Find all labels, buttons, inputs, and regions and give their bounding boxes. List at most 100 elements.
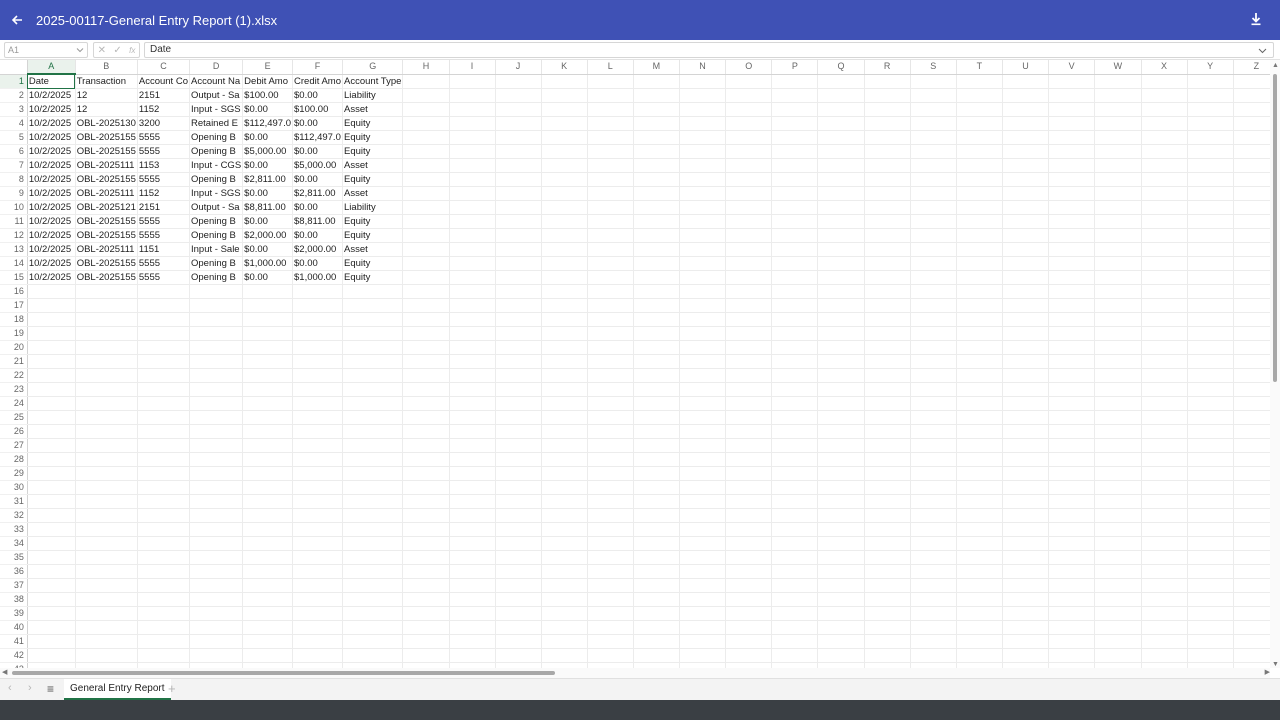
cell-k38[interactable] xyxy=(541,592,588,607)
cell-f26[interactable] xyxy=(292,424,344,439)
cell-k7[interactable] xyxy=(541,158,588,173)
cell-p1[interactable] xyxy=(771,74,819,89)
cell-m5[interactable] xyxy=(633,130,680,145)
cell-w23[interactable] xyxy=(1094,382,1142,397)
cell-h15[interactable] xyxy=(402,270,450,285)
cell-u13[interactable] xyxy=(1002,242,1050,257)
cell-w14[interactable] xyxy=(1094,256,1142,271)
cell-f8[interactable]: $0.00 xyxy=(292,172,344,187)
row-header[interactable]: 8 xyxy=(0,172,28,187)
cell-g3[interactable]: Asset xyxy=(342,102,404,117)
cell-o23[interactable] xyxy=(725,382,773,397)
row-header[interactable]: 38 xyxy=(0,592,28,607)
cell-l27[interactable] xyxy=(587,438,634,453)
cell-e31[interactable] xyxy=(242,494,294,509)
cell-b39[interactable] xyxy=(75,606,138,621)
cell-w2[interactable] xyxy=(1094,88,1142,103)
cell-k34[interactable] xyxy=(541,536,588,551)
cell-u33[interactable] xyxy=(1002,522,1050,537)
cell-t39[interactable] xyxy=(956,606,1003,621)
cell-t21[interactable] xyxy=(956,354,1003,369)
cell-i6[interactable] xyxy=(449,144,496,159)
cell-g18[interactable] xyxy=(342,312,404,327)
cell-x15[interactable] xyxy=(1141,270,1188,285)
cell-w8[interactable] xyxy=(1094,172,1142,187)
cell-p9[interactable] xyxy=(771,186,819,201)
cell-d14[interactable]: Opening B xyxy=(189,256,244,271)
cell-q19[interactable] xyxy=(817,326,865,341)
cell-p30[interactable] xyxy=(771,480,819,495)
cell-u23[interactable] xyxy=(1002,382,1050,397)
cell-o28[interactable] xyxy=(725,452,773,467)
cell-p8[interactable] xyxy=(771,172,819,187)
cell-g39[interactable] xyxy=(342,606,404,621)
cell-d11[interactable]: Opening B xyxy=(189,214,244,229)
cell-x29[interactable] xyxy=(1141,466,1188,481)
cell-l19[interactable] xyxy=(587,326,634,341)
insert-function-icon[interactable]: fx xyxy=(129,46,135,55)
cell-u30[interactable] xyxy=(1002,480,1050,495)
cell-x31[interactable] xyxy=(1141,494,1188,509)
cell-n28[interactable] xyxy=(679,452,727,467)
cell-b42[interactable] xyxy=(75,648,138,663)
cell-r23[interactable] xyxy=(864,382,911,397)
cell-w11[interactable] xyxy=(1094,214,1142,229)
cell-o40[interactable] xyxy=(725,620,773,635)
cell-i41[interactable] xyxy=(449,634,496,649)
cell-f31[interactable] xyxy=(292,494,344,509)
cell-m26[interactable] xyxy=(633,424,680,439)
cell-t10[interactable] xyxy=(956,200,1003,215)
cell-r32[interactable] xyxy=(864,508,911,523)
cell-n8[interactable] xyxy=(679,172,727,187)
cell-m18[interactable] xyxy=(633,312,680,327)
cell-u25[interactable] xyxy=(1002,410,1050,425)
cell-y30[interactable] xyxy=(1187,480,1234,495)
cell-p26[interactable] xyxy=(771,424,819,439)
cell-l4[interactable] xyxy=(587,116,634,131)
cell-l42[interactable] xyxy=(587,648,634,663)
row-header[interactable]: 31 xyxy=(0,494,28,509)
cell-o2[interactable] xyxy=(725,88,773,103)
cell-y7[interactable] xyxy=(1187,158,1234,173)
cell-g20[interactable] xyxy=(342,340,404,355)
cell-r38[interactable] xyxy=(864,592,911,607)
add-sheet-icon[interactable]: + xyxy=(168,681,176,696)
cell-o17[interactable] xyxy=(725,298,773,313)
cell-p25[interactable] xyxy=(771,410,819,425)
cell-c3[interactable]: 1152 xyxy=(137,102,191,117)
cell-l12[interactable] xyxy=(587,228,634,243)
cell-n12[interactable] xyxy=(679,228,727,243)
cell-s34[interactable] xyxy=(910,536,957,551)
cell-q7[interactable] xyxy=(817,158,865,173)
cell-a18[interactable] xyxy=(27,312,76,327)
cell-q38[interactable] xyxy=(817,592,865,607)
cell-o41[interactable] xyxy=(725,634,773,649)
cell-u19[interactable] xyxy=(1002,326,1050,341)
vertical-scrollbar[interactable]: ▲ ▼ xyxy=(1270,60,1280,668)
cell-o9[interactable] xyxy=(725,186,773,201)
cell-c9[interactable]: 1152 xyxy=(137,186,191,201)
cell-u40[interactable] xyxy=(1002,620,1050,635)
row-header[interactable]: 2 xyxy=(0,88,28,103)
cell-t4[interactable] xyxy=(956,116,1003,131)
cell-e35[interactable] xyxy=(242,550,294,565)
cell-d41[interactable] xyxy=(189,634,244,649)
cell-x41[interactable] xyxy=(1141,634,1188,649)
cell-t34[interactable] xyxy=(956,536,1003,551)
cell-h33[interactable] xyxy=(402,522,450,537)
cell-r13[interactable] xyxy=(864,242,911,257)
cell-h5[interactable] xyxy=(402,130,450,145)
cell-q41[interactable] xyxy=(817,634,865,649)
cell-a25[interactable] xyxy=(27,410,76,425)
cell-m19[interactable] xyxy=(633,326,680,341)
row-header[interactable]: 15 xyxy=(0,270,28,285)
cell-q29[interactable] xyxy=(817,466,865,481)
cell-s14[interactable] xyxy=(910,256,957,271)
cell-k32[interactable] xyxy=(541,508,588,523)
cell-s26[interactable] xyxy=(910,424,957,439)
cell-l9[interactable] xyxy=(587,186,634,201)
cell-g28[interactable] xyxy=(342,452,404,467)
cell-m25[interactable] xyxy=(633,410,680,425)
cell-l14[interactable] xyxy=(587,256,634,271)
cell-d6[interactable]: Opening B xyxy=(189,144,244,159)
